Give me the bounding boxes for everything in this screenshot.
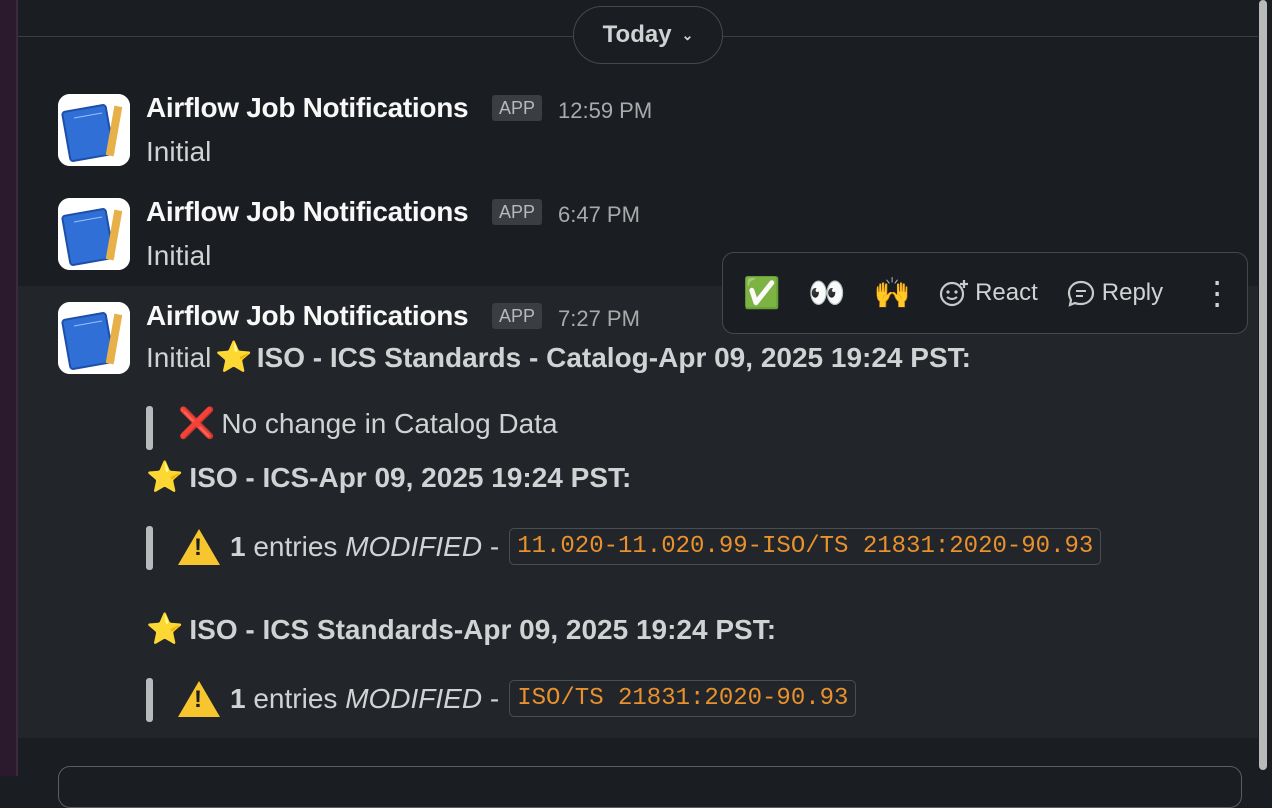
message-text: Initial xyxy=(146,136,212,167)
entries-label: entries xyxy=(253,682,338,714)
warning-icon xyxy=(178,680,220,717)
workspace-sidebar-edge xyxy=(0,0,18,776)
react-label: React xyxy=(975,279,1038,306)
date-divider-label: Today xyxy=(602,21,672,48)
message-actions-toolbar: ✅ 👀 🙌 React Reply ⋮ xyxy=(722,252,1248,334)
chevron-down-icon: ⌄ xyxy=(681,26,694,43)
app-avatar[interactable] xyxy=(58,198,130,270)
check-mark-reaction-button[interactable]: ✅ xyxy=(743,276,780,311)
app-badge: APP xyxy=(492,95,542,121)
section-heading: ISO - ICS Standards-Apr 09, 2025 19:24 P… xyxy=(189,613,777,645)
entry-count: 1 xyxy=(230,682,246,714)
message-item[interactable]: Airflow Job Notifications APP 12:59 PM I… xyxy=(18,86,1258,190)
star-icon: ⭐ xyxy=(146,613,184,646)
section-heading: ISO - ICS-Apr 09, 2025 19:24 PST: xyxy=(189,461,632,493)
sender-name[interactable]: Airflow Job Notifications xyxy=(146,300,469,332)
section-heading-line: ⭐ ISO - ICS-Apr 09, 2025 19:24 PST: xyxy=(146,460,631,495)
scrollbar-thumb[interactable] xyxy=(1259,0,1267,770)
quote-text: No change in Catalog Data xyxy=(221,407,558,439)
status-text: MODIFIED xyxy=(345,682,483,714)
timestamp[interactable]: 6:47 PM xyxy=(558,202,640,228)
app-badge: APP xyxy=(492,199,542,225)
reply-in-thread-button[interactable]: Reply xyxy=(1066,278,1163,308)
star-icon: ⭐ xyxy=(215,341,253,374)
blueprint-notebook-icon xyxy=(58,94,130,166)
app-badge: APP xyxy=(492,303,542,329)
entries-label: entries xyxy=(253,530,338,562)
quote-bar xyxy=(146,406,153,450)
code-snippet: ISO/TS 21831:2020-90.93 xyxy=(509,680,857,717)
star-icon: ⭐ xyxy=(146,461,184,494)
quote-block: 1 entries MODIFIED - 11.020-11.020.99-IS… xyxy=(178,528,1102,565)
message-pane: Today ⌄ Airflow Job Notifications APP 12… xyxy=(18,0,1258,808)
react-button[interactable]: React xyxy=(939,278,1038,308)
quote-bar xyxy=(146,526,153,570)
quote-block: 1 entries MODIFIED - ISO/TS 21831:2020-9… xyxy=(178,680,857,717)
cross-icon: ❌ xyxy=(178,407,216,440)
sender-name[interactable]: Airflow Job Notifications xyxy=(146,196,469,228)
eyes-reaction-button[interactable]: 👀 xyxy=(808,276,845,311)
timestamp[interactable]: 7:27 PM xyxy=(558,306,640,332)
entry-count: 1 xyxy=(230,530,246,562)
sender-name[interactable]: Airflow Job Notifications xyxy=(146,92,469,124)
scrollbar[interactable] xyxy=(1259,0,1270,776)
quote-bar xyxy=(146,678,153,722)
add-reaction-icon xyxy=(939,280,969,307)
message-text: Initial xyxy=(146,341,212,373)
app-avatar[interactable] xyxy=(58,302,130,374)
blueprint-notebook-icon xyxy=(58,198,130,270)
reply-label: Reply xyxy=(1101,279,1164,306)
status-text: MODIFIED xyxy=(345,530,483,562)
raised-hands-reaction-button[interactable]: 🙌 xyxy=(874,276,911,311)
section-heading-line: ⭐ ISO - ICS Standards-Apr 09, 2025 19:24… xyxy=(146,612,776,647)
thread-reply-icon xyxy=(1067,280,1094,307)
message-item[interactable]: Airflow Job Notifications APP 7:27 PM In… xyxy=(18,286,1258,738)
dash-separator: - xyxy=(489,530,500,562)
message-text: Initial xyxy=(146,240,212,271)
warning-icon xyxy=(178,528,220,565)
code-snippet: 11.020-11.020.99-ISO/TS 21831:2020-90.93 xyxy=(509,528,1102,565)
timestamp[interactable]: 12:59 PM xyxy=(558,98,652,124)
quote-block: ❌ No change in Catalog Data xyxy=(178,406,558,441)
date-divider-button[interactable]: Today ⌄ xyxy=(573,6,723,64)
message-composer[interactable] xyxy=(58,766,1242,808)
message-first-line: Initial ⭐ ISO - ICS Standards - Catalog-… xyxy=(146,340,971,375)
blueprint-notebook-icon xyxy=(58,302,130,374)
app-avatar[interactable] xyxy=(58,94,130,166)
section-heading: ISO - ICS Standards - Catalog-Apr 09, 20… xyxy=(256,341,971,373)
more-actions-icon[interactable]: ⋮ xyxy=(1201,274,1233,312)
dash-separator: - xyxy=(489,682,500,714)
